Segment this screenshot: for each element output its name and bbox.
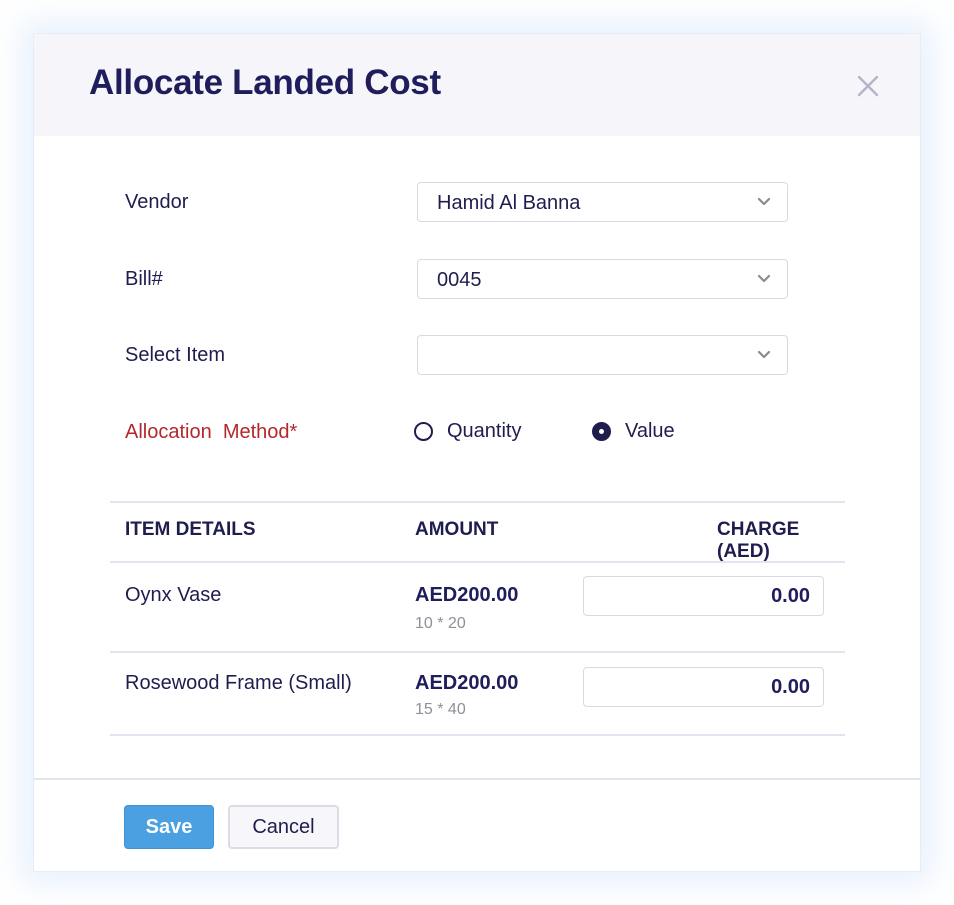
radio-quantity-label: Quantity (447, 420, 522, 442)
select-item-label: Select Item (125, 344, 226, 366)
item-calculation: 15 * 40 (415, 701, 466, 718)
radio-unchecked-icon (414, 422, 433, 441)
item-name: Rosewood Frame (Small) (125, 672, 352, 694)
item-amount: AED200.00 (415, 584, 519, 606)
item-name: Oynx Vase (125, 584, 222, 606)
cancel-button[interactable]: Cancel (228, 805, 339, 849)
allocation-method-row: Allocation Method* Quantity Value (34, 412, 920, 452)
table-row: Oynx Vase AED200.00 10 * 20 (110, 563, 845, 653)
vendor-select-value: Hamid Al Banna (437, 192, 581, 214)
bill-select-value: 0045 (437, 269, 482, 291)
charge-input[interactable] (583, 667, 824, 707)
bill-row: Bill# 0045 (34, 259, 920, 299)
vendor-select[interactable]: Hamid Al Banna (417, 182, 788, 222)
select-item-select[interactable] (417, 335, 788, 375)
vendor-label: Vendor (125, 191, 189, 213)
save-button[interactable]: Save (124, 805, 214, 849)
column-header-amount: AMOUNT (415, 519, 499, 540)
allocate-landed-cost-dialog: Allocate Landed Cost Vendor Hamid Al Ban… (33, 33, 921, 872)
chevron-down-icon (757, 350, 771, 360)
footer-divider (34, 778, 920, 780)
item-amount: AED200.00 (415, 672, 519, 694)
bill-label: Bill# (125, 268, 163, 290)
table-bottom-divider (110, 734, 845, 736)
column-header-charge: CHARGE (AED) (717, 519, 800, 562)
chevron-down-icon (757, 197, 771, 207)
table-row: Rosewood Frame (Small) AED200.00 15 * 40 (110, 653, 845, 735)
column-header-item-details: ITEM DETAILS (125, 519, 256, 540)
radio-checked-icon (592, 422, 611, 441)
vendor-row: Vendor Hamid Al Banna (34, 182, 920, 222)
dialog-header: Allocate Landed Cost (34, 34, 920, 136)
select-item-row: Select Item (34, 335, 920, 375)
close-icon (857, 75, 879, 97)
allocation-method-label: Allocation Method* (125, 421, 298, 443)
item-calculation: 10 * 20 (415, 615, 466, 632)
dialog-title: Allocate Landed Cost (89, 63, 441, 102)
charge-input[interactable] (583, 576, 824, 616)
table-top-divider (110, 501, 845, 503)
chevron-down-icon (757, 274, 771, 284)
radio-value-label: Value (625, 420, 675, 442)
bill-select[interactable]: 0045 (417, 259, 788, 299)
close-button[interactable] (854, 72, 882, 100)
